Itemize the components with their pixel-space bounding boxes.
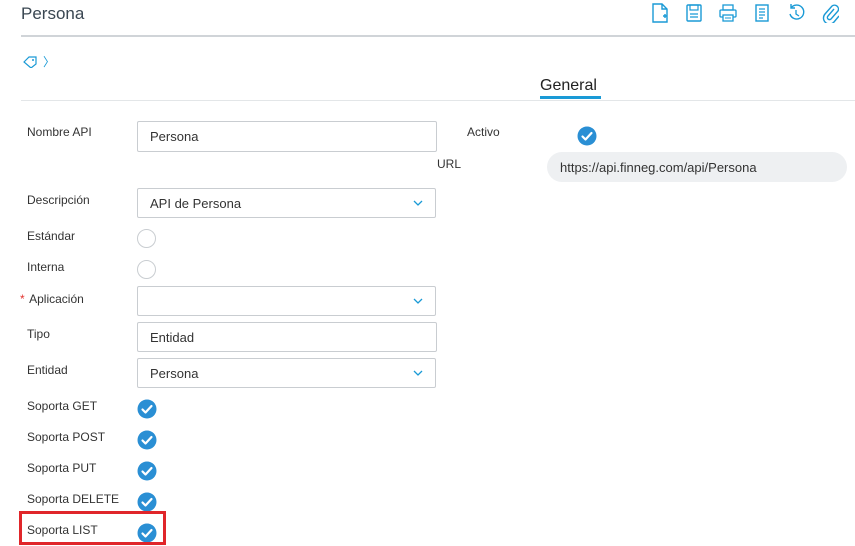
tab-divider <box>21 100 855 101</box>
breadcrumb-separator: 〉 <box>43 55 56 69</box>
required-mark: * <box>20 292 25 306</box>
interna-checkbox[interactable] <box>137 260 156 279</box>
aplicacion-select[interactable] <box>137 286 436 316</box>
soporta-delete-checkbox[interactable] <box>137 492 157 512</box>
chevron-down-icon <box>413 298 423 304</box>
print-icon <box>719 4 737 22</box>
attach-icon <box>822 4 839 23</box>
document-button[interactable] <box>745 0 779 26</box>
print-button[interactable] <box>711 0 745 26</box>
soporta-post-label: Soporta POST <box>27 430 106 444</box>
activo-checkbox[interactable] <box>577 126 597 146</box>
soporta-put-checkbox[interactable] <box>137 461 157 481</box>
highlight-box <box>19 511 166 545</box>
activo-label: Activo <box>467 125 500 139</box>
document-icon <box>755 4 769 22</box>
attach-button[interactable] <box>813 0 847 26</box>
aplicacion-label: Aplicación <box>29 292 84 306</box>
new-document-button[interactable] <box>643 0 677 26</box>
nombre-api-label: Nombre API <box>27 125 92 139</box>
chevron-down-icon <box>413 200 423 206</box>
entidad-label: Entidad <box>27 363 68 377</box>
history-icon <box>789 4 805 20</box>
url-field[interactable]: https://api.finneg.com/api/Persona <box>547 152 847 182</box>
header-divider <box>21 35 855 37</box>
tag-icon <box>23 55 37 68</box>
tab-general[interactable]: General <box>540 77 597 95</box>
url-label: URL <box>437 157 462 171</box>
nombre-api-input[interactable]: Persona <box>137 121 437 152</box>
save-button[interactable] <box>677 0 711 26</box>
page-title: Persona <box>21 4 85 23</box>
history-button[interactable] <box>779 0 813 26</box>
tipo-label: Tipo <box>27 327 50 341</box>
chevron-down-icon <box>413 370 423 376</box>
descripcion-select[interactable]: API de Persona <box>137 188 436 218</box>
soporta-delete-label: Soporta DELETE <box>27 492 120 506</box>
tab-active-indicator <box>540 96 601 99</box>
breadcrumb[interactable]: 〉 <box>23 53 55 70</box>
toolbar <box>643 0 847 28</box>
soporta-put-label: Soporta PUT <box>27 461 97 475</box>
tipo-input[interactable]: Entidad <box>137 322 437 352</box>
descripcion-label: Descripción <box>27 193 90 207</box>
soporta-get-label: Soporta GET <box>27 399 98 413</box>
new-document-icon <box>652 3 668 23</box>
aplicacion-label-group: * Aplicación <box>20 290 84 308</box>
entidad-select[interactable]: Persona <box>137 358 436 388</box>
interna-label: Interna <box>27 260 65 274</box>
soporta-post-checkbox[interactable] <box>137 430 157 450</box>
estandar-checkbox[interactable] <box>137 229 156 248</box>
save-icon <box>686 4 702 22</box>
soporta-get-checkbox[interactable] <box>137 399 157 419</box>
estandar-label: Estándar <box>27 229 76 243</box>
